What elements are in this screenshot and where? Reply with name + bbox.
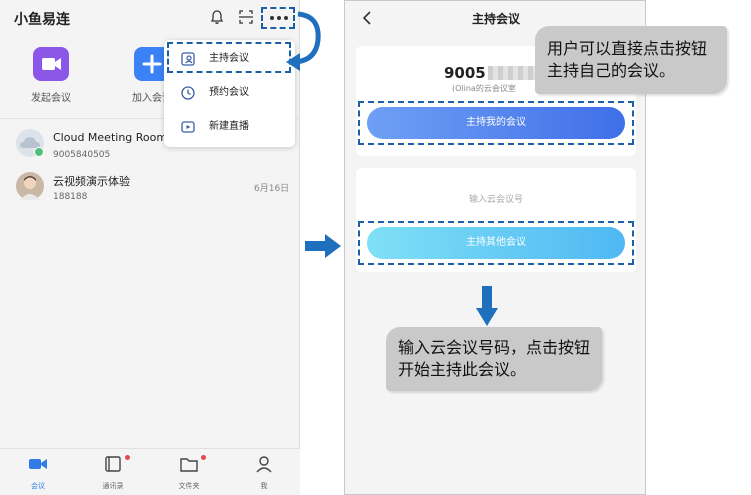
menu-item-schedule-meeting[interactable]: 预约会议 (164, 79, 295, 107)
start-meeting-label: 发起会议 (31, 93, 71, 104)
conversation-name: Cloud Meeting Room (53, 131, 168, 144)
app-title: 小鱼易连 (14, 12, 70, 28)
callout-bottom: 输入云会议号码，点击按钮开始主持此会议。 (386, 327, 602, 391)
nav-tab-contacts[interactable]: 通讯录 (93, 455, 133, 491)
bell-icon[interactable] (208, 9, 226, 27)
nav-tab-files[interactable]: 文件夹 (169, 455, 209, 491)
curved-arrow-icon (286, 11, 321, 71)
nav-tab-me[interactable]: 我 (244, 455, 284, 491)
contacts-icon (105, 456, 121, 472)
video-camera-icon (42, 58, 61, 70)
nav-label: 会议 (31, 482, 45, 490)
conversation-date: 6月16日 (254, 184, 290, 194)
nav-label: 文件夹 (178, 482, 200, 490)
person-photo-icon (20, 176, 40, 200)
scan-icon[interactable] (237, 9, 255, 27)
host-my-meeting-highlight (358, 101, 634, 145)
meeting-number: 9005 (444, 64, 486, 82)
down-arrow-icon (476, 286, 498, 326)
avatar (16, 129, 44, 157)
folder-icon (180, 458, 198, 472)
clock-icon (180, 85, 196, 101)
menu-item-label: 新建直播 (209, 121, 249, 132)
start-meeting-button[interactable] (33, 47, 69, 81)
menu-item-new-live[interactable]: 新建直播 (164, 113, 295, 141)
left-phone-screen: 小鱼易连 发起会议 加入会议 Cloud Meeting Room 900584… (0, 0, 321, 495)
list-item[interactable]: 云视频演示体验 188188 6月16日 (0, 170, 300, 210)
conversation-name: 云视频演示体验 (53, 175, 130, 188)
live-stream-icon (180, 119, 196, 135)
person-icon (256, 456, 272, 473)
avatar (16, 172, 44, 200)
nav-tab-meetings[interactable]: 会议 (18, 455, 58, 491)
page-title: 主持会议 (471, 12, 520, 26)
meeting-number-input[interactable]: 输入云会议号 (356, 192, 636, 205)
host-other-meeting-highlight (358, 221, 634, 265)
online-badge-icon (34, 147, 44, 157)
meeting-room-label: (Olina的云会议室 (452, 84, 516, 93)
right-arrow-icon (305, 234, 341, 258)
conversation-sub: 9005840505 (53, 150, 111, 160)
conversation-sub: 188188 (53, 192, 88, 202)
nav-label: 我 (260, 482, 268, 490)
callout-top: 用户可以直接点击按钮主持自己的会议。 (535, 26, 727, 94)
video-camera-icon (29, 459, 47, 469)
bottom-navigation: 会议 通讯录 文件夹 我 (0, 448, 300, 495)
notification-badge (125, 455, 130, 460)
blurred-number (488, 66, 542, 80)
nav-label: 通讯录 (102, 482, 124, 490)
notification-badge (201, 455, 206, 460)
menu-item-label: 预约会议 (209, 87, 249, 98)
